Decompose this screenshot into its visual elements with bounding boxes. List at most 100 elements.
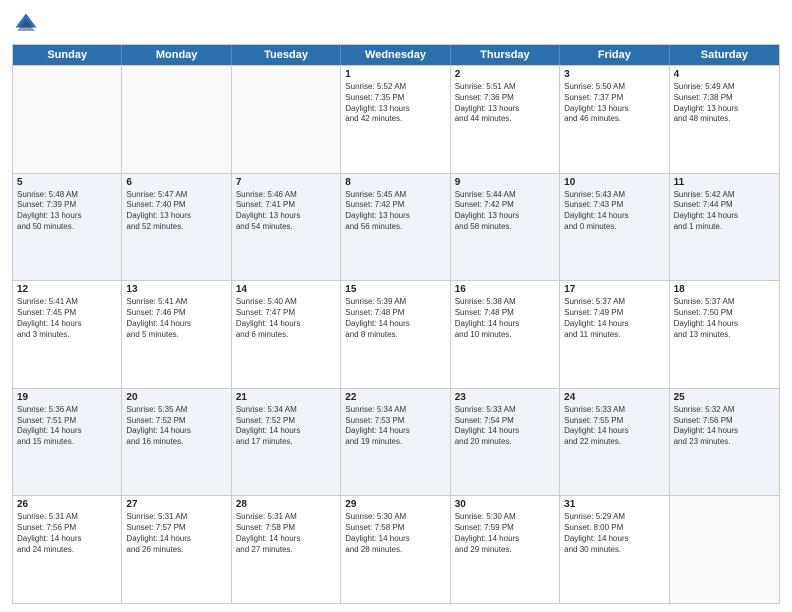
cell-info: Sunrise: 5:42 AMSunset: 7:44 PMDaylight:…	[674, 190, 775, 233]
cell-info: Sunrise: 5:37 AMSunset: 7:50 PMDaylight:…	[674, 297, 775, 340]
cal-cell-4-3: 29 Sunrise: 5:30 AMSunset: 7:58 PMDayligh…	[341, 496, 450, 603]
calendar-row-2: 12 Sunrise: 5:41 AMSunset: 7:45 PMDayligh…	[13, 280, 779, 388]
cell-info: Sunrise: 5:45 AMSunset: 7:42 PMDaylight:…	[345, 190, 445, 233]
cal-cell-3-3: 22Sunrise: 5:34 AMSunset: 7:53 PMDayligh…	[341, 389, 450, 496]
cal-cell-3-1: 20 Sunrise: 5:35 AMSunset: 7:52 PMDayligh…	[122, 389, 231, 496]
day-number: 12	[17, 284, 117, 295]
cell-info: Sunrise: 5:31 AMSunset: 7:56 PMDaylight:…	[17, 512, 117, 555]
cell-info: Sunrise: 5:33 AMSunset: 7:55 PMDaylight:…	[564, 405, 664, 448]
day-number: 20	[126, 392, 226, 403]
cal-cell-0-4: 2 Sunrise: 5:51 AMSunset: 7:36 PMDaylight…	[451, 66, 560, 173]
cell-info: Sunrise: 5:44 AMSunset: 7:42 PMDaylight:…	[455, 190, 555, 233]
calendar-row-3: 19Sunrise: 5:36 AMSunset: 7:51 PMDayligh…	[13, 388, 779, 496]
header-day-tuesday: Tuesday	[232, 45, 341, 65]
cal-cell-4-1: 27 Sunrise: 5:31 AMSunset: 7:57 PMDayligh…	[122, 496, 231, 603]
cal-cell-3-6: 25 Sunrise: 5:32 AMSunset: 7:56 PMDayligh…	[670, 389, 779, 496]
day-number: 1	[345, 69, 445, 80]
day-number: 8	[345, 177, 445, 188]
cal-cell-0-1	[122, 66, 231, 173]
cell-info: Sunrise: 5:48 AMSunset: 7:39 PMDaylight:…	[17, 190, 117, 233]
day-number: 30	[455, 499, 555, 510]
day-number: 5	[17, 177, 117, 188]
cal-cell-2-4: 16 Sunrise: 5:38 AMSunset: 7:48 PMDayligh…	[451, 281, 560, 388]
cal-cell-0-2	[232, 66, 341, 173]
cal-cell-1-0: 5 Sunrise: 5:48 AMSunset: 7:39 PMDaylight…	[13, 174, 122, 281]
cal-cell-4-4: 30Sunrise: 5:30 AMSunset: 7:59 PMDayligh…	[451, 496, 560, 603]
cal-cell-2-3: 15 Sunrise: 5:39 AMSunset: 7:48 PMDayligh…	[341, 281, 450, 388]
header-day-saturday: Saturday	[670, 45, 779, 65]
day-number: 19	[17, 392, 117, 403]
cal-cell-3-5: 24 Sunrise: 5:33 AMSunset: 7:55 PMDayligh…	[560, 389, 669, 496]
day-number: 9	[455, 177, 555, 188]
day-number: 4	[674, 69, 775, 80]
cal-cell-0-3: 1Sunrise: 5:52 AMSunset: 7:35 PMDaylight…	[341, 66, 450, 173]
day-number: 27	[126, 499, 226, 510]
calendar-body: 1Sunrise: 5:52 AMSunset: 7:35 PMDaylight…	[13, 65, 779, 603]
cal-cell-2-5: 17Sunrise: 5:37 AMSunset: 7:49 PMDayligh…	[560, 281, 669, 388]
calendar-row-0: 1Sunrise: 5:52 AMSunset: 7:35 PMDaylight…	[13, 65, 779, 173]
day-number: 2	[455, 69, 555, 80]
cal-cell-4-5: 31 Sunrise: 5:29 AMSunset: 8:00 PMDayligh…	[560, 496, 669, 603]
cal-cell-4-0: 26 Sunrise: 5:31 AMSunset: 7:56 PMDayligh…	[13, 496, 122, 603]
calendar-header: SundayMondayTuesdayWednesdayThursdayFrid…	[13, 45, 779, 65]
day-number: 26	[17, 499, 117, 510]
cell-info: Sunrise: 5:39 AMSunset: 7:48 PMDaylight:…	[345, 297, 445, 340]
cell-info: Sunrise: 5:31 AMSunset: 7:58 PMDaylight:…	[236, 512, 336, 555]
day-number: 29	[345, 499, 445, 510]
calendar-row-4: 26 Sunrise: 5:31 AMSunset: 7:56 PMDayligh…	[13, 495, 779, 603]
cell-info: Sunrise: 5:51 AMSunset: 7:36 PMDaylight:…	[455, 82, 555, 125]
day-number: 14	[236, 284, 336, 295]
cell-info: Sunrise: 5:37 AMSunset: 7:49 PMDaylight:…	[564, 297, 664, 340]
cell-info: Sunrise: 5:34 AMSunset: 7:53 PMDaylight:…	[345, 405, 445, 448]
header-day-thursday: Thursday	[451, 45, 560, 65]
day-number: 28	[236, 499, 336, 510]
cal-cell-3-0: 19Sunrise: 5:36 AMSunset: 7:51 PMDayligh…	[13, 389, 122, 496]
cal-cell-2-1: 13 Sunrise: 5:41 AMSunset: 7:46 PMDayligh…	[122, 281, 231, 388]
cal-cell-1-6: 11 Sunrise: 5:42 AMSunset: 7:44 PMDayligh…	[670, 174, 779, 281]
cal-cell-2-2: 14Sunrise: 5:40 AMSunset: 7:47 PMDayligh…	[232, 281, 341, 388]
header-day-sunday: Sunday	[13, 45, 122, 65]
cell-info: Sunrise: 5:35 AMSunset: 7:52 PMDaylight:…	[126, 405, 226, 448]
day-number: 11	[674, 177, 775, 188]
cell-info: Sunrise: 5:38 AMSunset: 7:48 PMDaylight:…	[455, 297, 555, 340]
cal-cell-3-4: 23 Sunrise: 5:33 AMSunset: 7:54 PMDayligh…	[451, 389, 560, 496]
calendar: SundayMondayTuesdayWednesdayThursdayFrid…	[12, 44, 780, 604]
cal-cell-1-5: 10Sunrise: 5:43 AMSunset: 7:43 PMDayligh…	[560, 174, 669, 281]
day-number: 6	[126, 177, 226, 188]
day-number: 24	[564, 392, 664, 403]
cal-cell-4-6	[670, 496, 779, 603]
cell-info: Sunrise: 5:30 AMSunset: 7:58 PMDaylight:…	[345, 512, 445, 555]
day-number: 21	[236, 392, 336, 403]
day-number: 13	[126, 284, 226, 295]
header	[12, 10, 780, 38]
day-number: 31	[564, 499, 664, 510]
cell-info: Sunrise: 5:29 AMSunset: 8:00 PMDaylight:…	[564, 512, 664, 555]
cell-info: Sunrise: 5:33 AMSunset: 7:54 PMDaylight:…	[455, 405, 555, 448]
cal-cell-1-4: 9 Sunrise: 5:44 AMSunset: 7:42 PMDaylight…	[451, 174, 560, 281]
day-number: 18	[674, 284, 775, 295]
day-number: 15	[345, 284, 445, 295]
cell-info: Sunrise: 5:34 AMSunset: 7:52 PMDaylight:…	[236, 405, 336, 448]
page-container: SundayMondayTuesdayWednesdayThursdayFrid…	[0, 0, 792, 612]
cell-info: Sunrise: 5:32 AMSunset: 7:56 PMDaylight:…	[674, 405, 775, 448]
cell-info: Sunrise: 5:49 AMSunset: 7:38 PMDaylight:…	[674, 82, 775, 125]
day-number: 16	[455, 284, 555, 295]
cal-cell-2-6: 18 Sunrise: 5:37 AMSunset: 7:50 PMDayligh…	[670, 281, 779, 388]
cal-cell-2-0: 12 Sunrise: 5:41 AMSunset: 7:45 PMDayligh…	[13, 281, 122, 388]
cell-info: Sunrise: 5:41 AMSunset: 7:45 PMDaylight:…	[17, 297, 117, 340]
day-number: 7	[236, 177, 336, 188]
cal-cell-1-1: 6 Sunrise: 5:47 AMSunset: 7:40 PMDaylight…	[122, 174, 231, 281]
day-number: 23	[455, 392, 555, 403]
cell-info: Sunrise: 5:31 AMSunset: 7:57 PMDaylight:…	[126, 512, 226, 555]
cal-cell-0-0	[13, 66, 122, 173]
header-day-monday: Monday	[122, 45, 231, 65]
logo-icon	[12, 10, 40, 38]
cell-info: Sunrise: 5:50 AMSunset: 7:37 PMDaylight:…	[564, 82, 664, 125]
cal-cell-0-6: 4 Sunrise: 5:49 AMSunset: 7:38 PMDaylight…	[670, 66, 779, 173]
cal-cell-1-3: 8 Sunrise: 5:45 AMSunset: 7:42 PMDaylight…	[341, 174, 450, 281]
day-number: 10	[564, 177, 664, 188]
cell-info: Sunrise: 5:41 AMSunset: 7:46 PMDaylight:…	[126, 297, 226, 340]
cell-info: Sunrise: 5:47 AMSunset: 7:40 PMDaylight:…	[126, 190, 226, 233]
day-number: 25	[674, 392, 775, 403]
cal-cell-4-2: 28 Sunrise: 5:31 AMSunset: 7:58 PMDayligh…	[232, 496, 341, 603]
